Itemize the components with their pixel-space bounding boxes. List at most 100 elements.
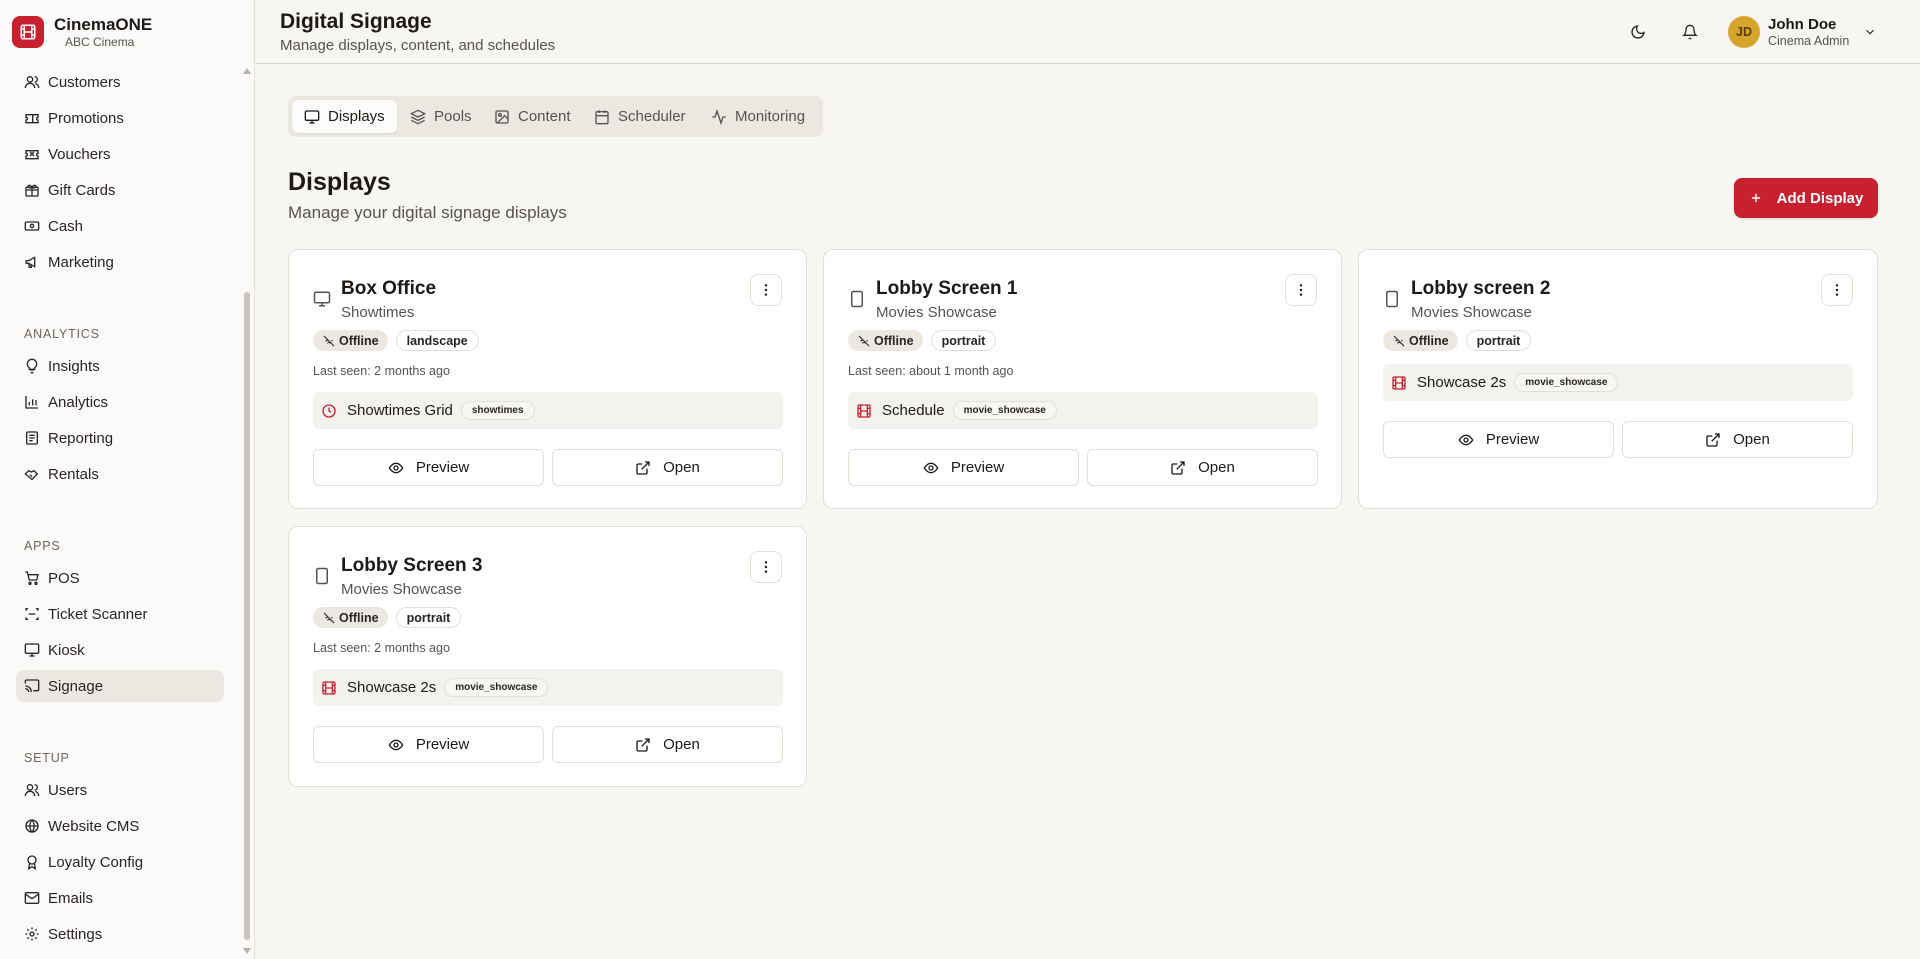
sidebar-item-signage[interactable]: Signage: [16, 670, 224, 702]
sidebar-item-label: Promotions: [48, 109, 124, 127]
wifi-off-icon: [858, 335, 870, 347]
clock-icon: [321, 403, 337, 419]
orientation-badge: portrait: [395, 607, 462, 628]
more-vertical-icon: [1829, 282, 1845, 298]
sidebar-item-marketing[interactable]: Marketing: [16, 246, 224, 278]
award-icon: [24, 854, 40, 870]
preview-label: Preview: [415, 459, 470, 476]
sidebar-item-label: Analytics: [48, 393, 109, 411]
more-options-button[interactable]: [1821, 274, 1853, 306]
page-subtitle: Manage displays, content, and schedules: [280, 37, 556, 54]
sidebar-item-emails[interactable]: Emails: [16, 882, 224, 914]
more-options-button[interactable]: [750, 551, 782, 583]
scroll-up-arrow-icon[interactable]: [243, 68, 251, 74]
sidebar-scrollbar-thumb[interactable]: [244, 292, 250, 940]
sidebar-item-ticket-scanner[interactable]: Ticket Scanner: [16, 598, 224, 630]
open-button[interactable]: Open: [552, 726, 783, 763]
status-badge: Offline: [313, 330, 388, 351]
more-vertical-icon: [758, 282, 774, 298]
tab-pools[interactable]: Pools: [398, 100, 484, 133]
preview-button[interactable]: Preview: [313, 726, 544, 763]
scroll-down-arrow-icon[interactable]: [243, 948, 251, 954]
sidebar-item-label: Settings: [48, 925, 103, 943]
sidebar-item-analytics[interactable]: Analytics: [16, 386, 224, 418]
preview-button[interactable]: Preview: [848, 449, 1079, 486]
preview-button[interactable]: Preview: [1383, 421, 1614, 458]
content-type-tag: movie_showcase: [1514, 373, 1619, 392]
status-text: Offline: [339, 610, 379, 625]
tab-scheduler[interactable]: Scheduler: [582, 100, 698, 133]
sidebar-item-reporting[interactable]: Reporting: [16, 422, 224, 454]
sidebar-item-label: Users: [48, 781, 88, 799]
brand[interactable]: CinemaONE ABC Cinema: [12, 14, 152, 50]
sidebar-item-users[interactable]: Users: [16, 774, 224, 806]
tab-displays[interactable]: Displays: [292, 100, 397, 133]
film-icon: [321, 680, 337, 696]
preview-label: Preview: [415, 736, 470, 753]
status-text: Offline: [1409, 333, 1449, 348]
sidebar-item-label: Marketing: [48, 253, 114, 271]
sidebar-item-label: Vouchers: [48, 145, 111, 163]
notifications-button[interactable]: [1674, 16, 1706, 48]
wifi-off-icon: [323, 612, 335, 624]
sidebar-item-loyalty-config[interactable]: Loyalty Config: [16, 846, 224, 878]
users-icon: [24, 782, 40, 798]
sidebar-item-settings[interactable]: Settings: [16, 918, 224, 950]
bar-chart-icon: [24, 394, 40, 410]
sidebar-item-label: Emails: [48, 889, 94, 907]
display-template: Movies Showcase: [341, 581, 462, 598]
top-header: Digital Signage Manage displays, content…: [256, 0, 1920, 64]
sidebar-item-vouchers[interactable]: Vouchers: [16, 138, 224, 170]
assigned-content: Schedule movie_showcase: [848, 392, 1318, 429]
scan-icon: [24, 606, 40, 622]
preview-button[interactable]: Preview: [313, 449, 544, 486]
open-label: Open: [1198, 459, 1235, 476]
plus-icon: [1749, 191, 1763, 205]
more-options-button[interactable]: [1285, 274, 1317, 306]
layers-icon: [410, 109, 426, 125]
preview-label: Preview: [1485, 431, 1540, 448]
add-display-label: Add Display: [1776, 189, 1864, 207]
content-name: Showtimes Grid: [347, 402, 453, 419]
open-button[interactable]: Open: [552, 449, 783, 486]
display-name: Box Office: [341, 278, 437, 299]
orientation-badge: landscape: [395, 330, 479, 351]
sidebar-item-insights[interactable]: Insights: [16, 350, 224, 382]
sidebar-item-promotions[interactable]: Promotions: [16, 102, 224, 134]
sidebar-item-label: Gift Cards: [48, 181, 116, 199]
eye-icon: [1458, 432, 1474, 448]
display-card: Lobby screen 2 Movies Showcase Offline p…: [1358, 249, 1878, 509]
sidebar-item-label: Insights: [48, 357, 100, 375]
sidebar-item-label: Rentals: [48, 465, 99, 483]
user-menu[interactable]: JD John Doe Cinema Admin: [1728, 16, 1877, 48]
sidebar-item-kiosk[interactable]: Kiosk: [16, 634, 224, 666]
display-name: Lobby screen 2: [1411, 278, 1551, 299]
sidebar-item-cash[interactable]: Cash: [16, 210, 224, 242]
open-button[interactable]: Open: [1087, 449, 1318, 486]
open-button[interactable]: Open: [1622, 421, 1853, 458]
tab-content[interactable]: Content: [482, 100, 583, 133]
sidebar-item-rentals[interactable]: Rentals: [16, 458, 224, 490]
gift-icon: [24, 182, 40, 198]
section-label-apps: APPS: [24, 539, 61, 553]
status-badge: Offline: [1383, 330, 1458, 351]
theme-toggle-button[interactable]: [1622, 16, 1654, 48]
sidebar-item-gift-cards[interactable]: Gift Cards: [16, 174, 224, 206]
tab-monitoring[interactable]: Monitoring: [699, 100, 817, 133]
sidebar-item-customers[interactable]: Customers: [16, 66, 224, 98]
sidebar-item-website-cms[interactable]: Website CMS: [16, 810, 224, 842]
sidebar-item-label: POS: [48, 569, 80, 587]
orientation-badge: portrait: [930, 330, 997, 351]
megaphone-icon: [24, 254, 40, 270]
mail-icon: [24, 890, 40, 906]
report-icon: [24, 430, 40, 446]
add-display-button[interactable]: Add Display: [1734, 178, 1878, 218]
more-options-button[interactable]: [750, 274, 782, 306]
more-vertical-icon: [758, 559, 774, 575]
eye-icon: [388, 737, 404, 753]
tab-label: Content: [518, 108, 571, 125]
sidebar-item-pos[interactable]: POS: [16, 562, 224, 594]
content-name: Showcase 2s: [1417, 374, 1507, 391]
content-name: Showcase 2s: [347, 679, 437, 696]
tablet-icon: [848, 290, 866, 308]
